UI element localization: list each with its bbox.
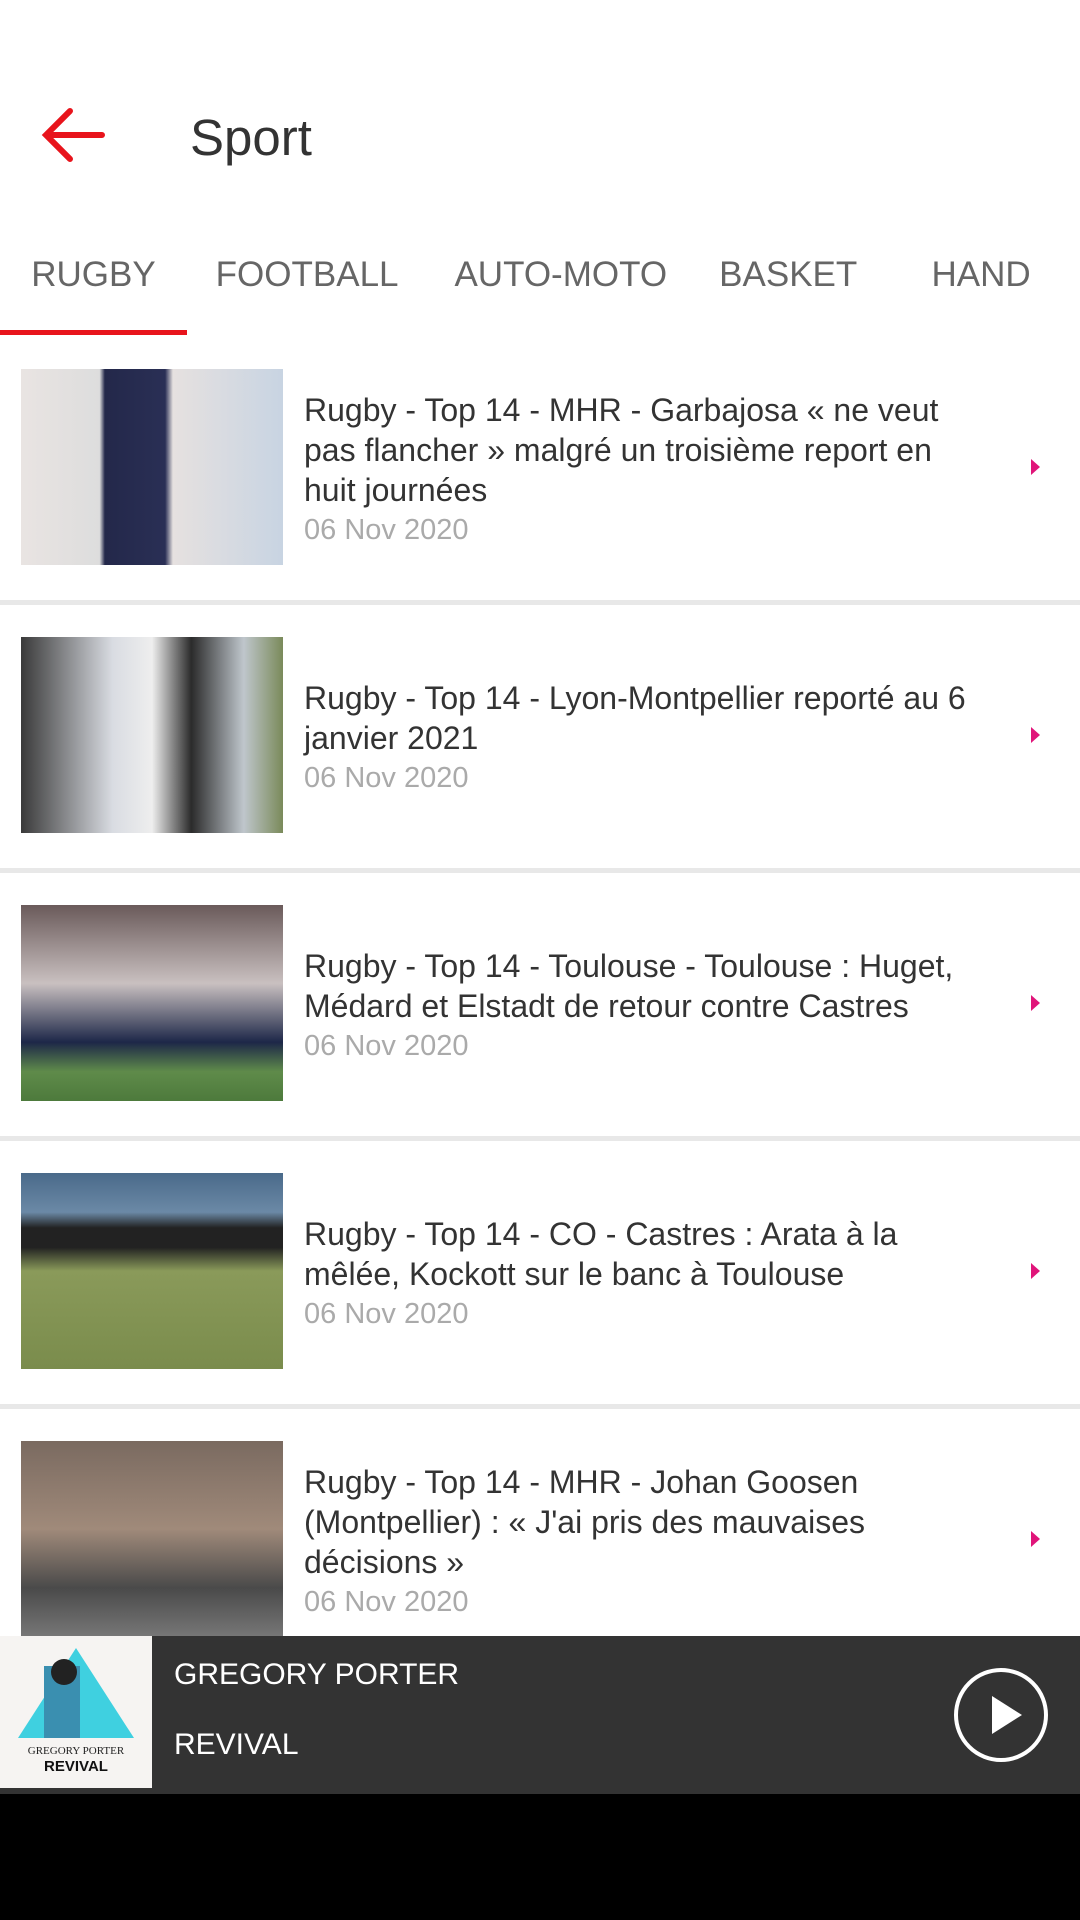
article-thumbnail: [21, 905, 283, 1101]
list-item[interactable]: Rugby - Top 14 - MHR - Garbajosa « ne ve…: [0, 337, 1080, 605]
chevron-right-icon: [1031, 459, 1040, 475]
page-title: Sport: [190, 109, 312, 166]
list-item[interactable]: Rugby - Top 14 - Toulouse - Toulouse : H…: [0, 873, 1080, 1141]
article-thumbnail: [21, 1173, 283, 1369]
list-item[interactable]: Rugby - Top 14 - CO - Castres : Arata à …: [0, 1141, 1080, 1409]
track-artist: GREGORY PORTER: [174, 1658, 460, 1691]
list-item[interactable]: Rugby - Top 14 - Lyon-Montpellier report…: [0, 605, 1080, 873]
article-date: 06 Nov 2020: [304, 1030, 469, 1062]
article-title: Rugby - Top 14 - MHR - Garbajosa « ne ve…: [304, 392, 939, 508]
play-button[interactable]: [954, 1668, 1048, 1762]
tab-football[interactable]: FOOTBALL: [187, 220, 427, 335]
article-title: Rugby - Top 14 - Toulouse - Toulouse : H…: [304, 948, 954, 1024]
chevron-right-icon: [1031, 727, 1040, 743]
article-thumbnail: [21, 369, 283, 565]
tab-basket[interactable]: BASKET: [694, 220, 882, 335]
article-date: 06 Nov 2020: [304, 514, 469, 546]
back-button[interactable]: [40, 105, 110, 165]
article-title: Rugby - Top 14 - CO - Castres : Arata à …: [304, 1216, 898, 1292]
article-list: Rugby - Top 14 - MHR - Garbajosa « ne ve…: [0, 337, 1080, 1677]
article-date: 06 Nov 2020: [304, 1298, 469, 1330]
category-tabs: RUGBY FOOTBALL AUTO-MOTO BASKET HAND: [0, 220, 1080, 335]
article-date: 06 Nov 2020: [304, 762, 469, 794]
arrow-left-icon: [41, 108, 105, 162]
article-thumbnail: [21, 637, 283, 833]
chevron-right-icon: [1031, 1263, 1040, 1279]
app: Sport RUGBY FOOTBALL AUTO-MOTO BASKET HA…: [0, 0, 1080, 1794]
svg-text:REVIVAL: REVIVAL: [44, 1758, 108, 1775]
chevron-right-icon: [1031, 995, 1040, 1011]
chevron-right-icon: [1031, 1531, 1040, 1547]
tab-rugby[interactable]: RUGBY: [0, 220, 187, 335]
track-album: REVIVAL: [174, 1728, 299, 1761]
article-thumbnail: [21, 1441, 283, 1637]
article-title: Rugby - Top 14 - Lyon-Montpellier report…: [304, 680, 966, 756]
mini-player[interactable]: GREGORY PORTER REVIVAL GREGORY PORTER REV…: [0, 1636, 1080, 1794]
tab-auto-moto[interactable]: AUTO-MOTO: [427, 220, 694, 335]
album-art: GREGORY PORTER REVIVAL: [0, 1636, 152, 1788]
tab-hand[interactable]: HAND: [882, 220, 1080, 335]
article-date: 06 Nov 2020: [304, 1586, 469, 1618]
article-title: Rugby - Top 14 - MHR - Johan Goosen (Mon…: [304, 1464, 865, 1580]
header: Sport: [0, 0, 1080, 220]
svg-text:GREGORY PORTER: GREGORY PORTER: [28, 1745, 125, 1757]
